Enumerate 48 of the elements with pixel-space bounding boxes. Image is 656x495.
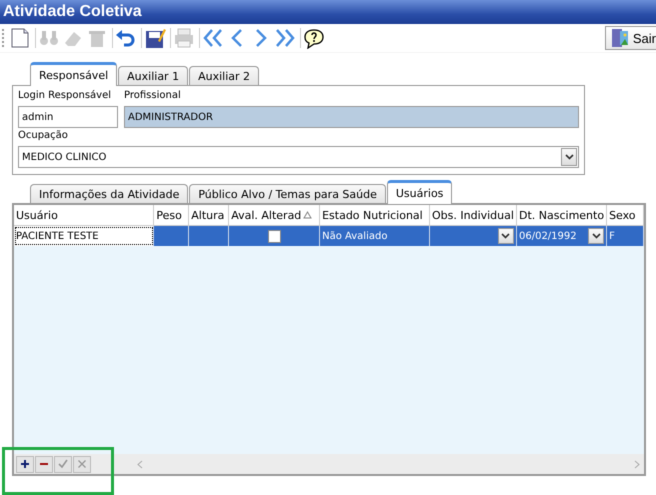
double-left-chevron-icon: [202, 27, 224, 49]
tab[interactable]: Usuários: [386, 180, 452, 204]
field-label: Ocupação: [18, 130, 69, 143]
tab[interactable]: Auxiliar 1: [118, 66, 188, 85]
undo-icon: [115, 27, 137, 49]
toolbar-button[interactable]: [303, 27, 325, 49]
field-label: Login Responsável: [18, 90, 112, 103]
scroll-right-icon[interactable]: [634, 460, 640, 468]
column-header[interactable]: Altura: [188, 205, 229, 226]
table-cell[interactable]: [188, 226, 229, 246]
column-header[interactable]: Estado Nutricional: [320, 205, 430, 226]
sort-arrow-icon: [303, 211, 312, 219]
navigator-button[interactable]: [35, 456, 53, 472]
help-icon: [303, 27, 325, 49]
cross-icon: [77, 459, 87, 469]
navigator-button[interactable]: [16, 456, 34, 472]
plus-icon: [20, 459, 30, 469]
table-cell[interactable]: [430, 226, 516, 246]
checkbox[interactable]: [268, 230, 281, 242]
save-icon: [144, 27, 166, 49]
table-cell[interactable]: [154, 226, 189, 246]
tab[interactable]: Auxiliar 2: [189, 66, 260, 85]
table-cell[interactable]: [228, 226, 320, 246]
tab[interactable]: Responsável: [30, 62, 118, 86]
column-header[interactable]: Sexo: [606, 205, 644, 226]
document-icon: [9, 27, 31, 49]
toolbar-button[interactable]: [144, 27, 166, 49]
double-right-chevron-icon: [274, 27, 296, 49]
column-header[interactable]: Aval. Alterad: [228, 205, 320, 226]
tab[interactable]: Informações da Atividade: [30, 184, 188, 203]
table-cell[interactable]: PACIENTE TESTE: [14, 226, 154, 246]
tab[interactable]: Público Alvo / Temas para Saúde: [189, 184, 386, 203]
table-cell[interactable]: Não Avaliado: [320, 226, 430, 246]
scroll-left-icon[interactable]: [137, 460, 143, 468]
checkmark-icon: [58, 459, 68, 469]
window-title: Atividade Coletiva: [3, 3, 142, 21]
table-cell[interactable]: F: [606, 226, 644, 246]
field-label: Profissional: [124, 90, 182, 103]
exit-button[interactable]: Sair: [604, 26, 656, 50]
column-header[interactable]: Usuário: [14, 205, 154, 226]
column-header[interactable]: Obs. Individual: [430, 205, 516, 226]
table-cell[interactable]: 06/02/1992: [516, 226, 607, 246]
occupation-dropdown[interactable]: MEDICO CLINICO: [18, 146, 579, 168]
column-header[interactable]: Dt. Nascimento: [516, 205, 607, 226]
door-icon: [610, 28, 630, 48]
printer-icon: [173, 27, 195, 49]
column-header[interactable]: Peso: [154, 205, 189, 226]
login-field[interactable]: admin: [18, 106, 118, 128]
